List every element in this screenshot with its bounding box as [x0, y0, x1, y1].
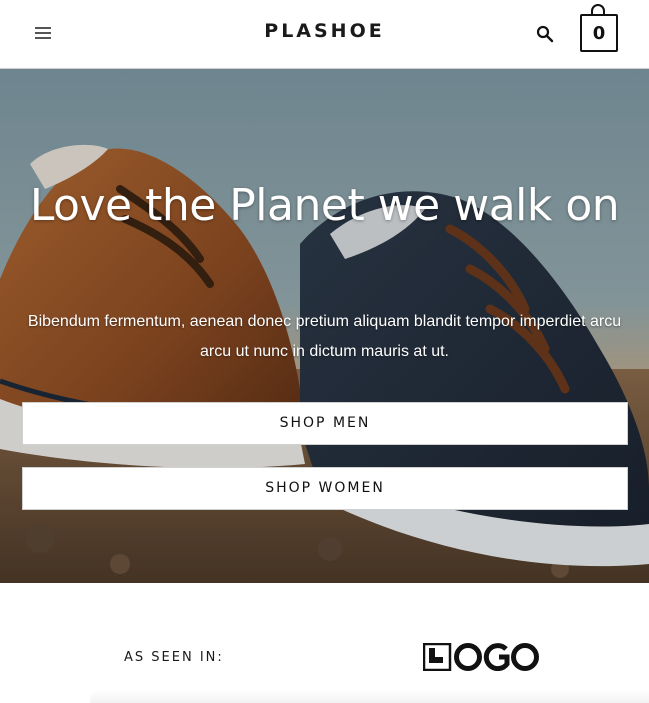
shop-men-button[interactable]: SHOP MEN — [22, 402, 628, 445]
site-header: PLASHOE 0 — [0, 0, 649, 69]
hamburger-icon — [35, 37, 51, 39]
section-shadow — [90, 690, 649, 703]
shop-women-button[interactable]: SHOP WOMEN — [22, 467, 628, 510]
menu-button[interactable] — [33, 24, 55, 42]
press-logo — [423, 643, 539, 671]
cart-button[interactable]: 0 — [579, 3, 619, 55]
hero-banner: Love the Planet we walk on Bibendum ferm… — [0, 69, 649, 583]
search-button[interactable] — [533, 22, 557, 46]
hamburger-icon — [35, 32, 51, 34]
hero-title: Love the Planet we walk on — [29, 180, 620, 231]
cart-count: 0 — [592, 23, 606, 44]
hamburger-icon — [35, 27, 51, 29]
search-icon — [536, 25, 554, 43]
hero-description: Bibendum fermentum, aenean donec pretium… — [27, 313, 622, 360]
as-seen-in-section: AS SEEN IN: — [0, 583, 649, 703]
as-seen-in-label: AS SEEN IN: — [124, 650, 224, 665]
